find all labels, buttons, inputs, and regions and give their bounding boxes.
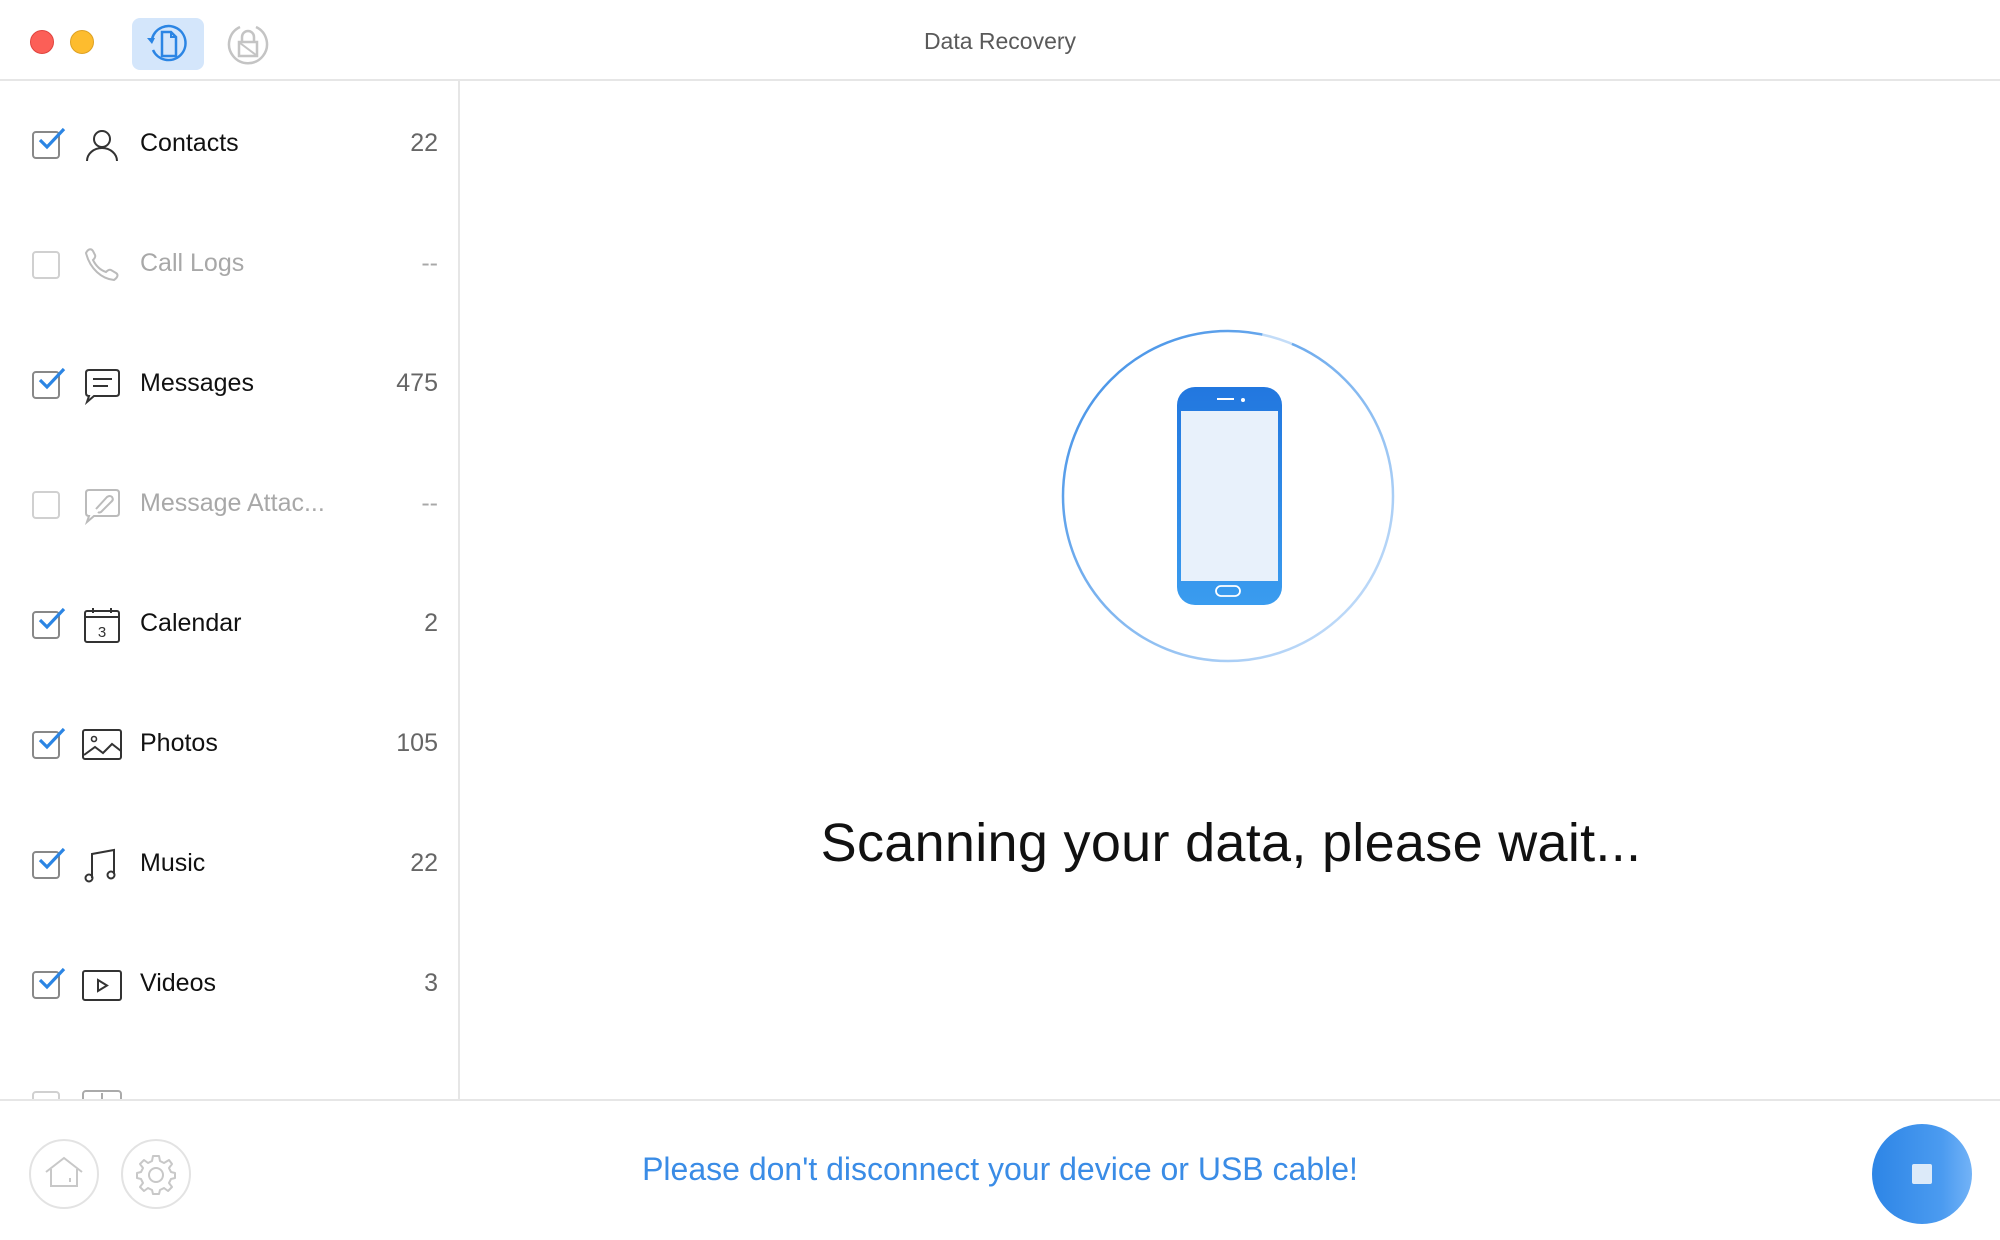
disconnect-warning: Please don't disconnect your device or U… (642, 1151, 1358, 1187)
stop-icon (1912, 1164, 1932, 1184)
photos-checkbox[interactable] (32, 727, 66, 759)
music-icon (84, 848, 116, 883)
category-label: Music (140, 849, 206, 877)
category-photos[interactable]: Photos 105 (0, 717, 458, 777)
footer-bar: Please don't disconnect your device or U… (0, 1099, 2000, 1240)
video-icon (82, 970, 122, 1001)
checkmark-icon (38, 127, 66, 150)
category-count: 22 (410, 129, 438, 157)
category-count: -- (421, 249, 438, 277)
category-contacts[interactable]: Contacts 22 (0, 117, 458, 177)
partial-checkbox[interactable] (32, 1091, 60, 1099)
category-count: -- (421, 489, 438, 517)
category-message-attachments[interactable]: Message Attac... -- (0, 477, 458, 537)
category-call-logs[interactable]: Call Logs -- (0, 237, 458, 297)
category-sidebar: Contacts 22 Call Logs -- Messages 475 Me… (0, 81, 460, 1099)
svg-text:3: 3 (98, 624, 106, 641)
category-label: Message Attac... (140, 489, 325, 517)
attachment-icon (84, 489, 120, 525)
checkmark-icon (38, 967, 66, 990)
message-attachments-checkbox[interactable] (32, 491, 60, 519)
messages-checkbox[interactable] (32, 367, 66, 399)
contact-icon (86, 130, 118, 162)
category-videos[interactable]: Videos 3 (0, 957, 458, 1017)
music-checkbox[interactable] (32, 847, 66, 879)
calendar-icon: 3 (84, 608, 120, 643)
title-bar: Data Recovery (0, 0, 2000, 81)
checkmark-icon (38, 727, 66, 750)
category-label: Calendar (140, 609, 242, 637)
category-label: Call Logs (140, 249, 245, 277)
photo-icon (82, 729, 122, 760)
app-document-icon (82, 1090, 122, 1099)
videos-checkbox[interactable] (32, 967, 66, 999)
scan-status-text: Scanning your data, please wait... (820, 813, 1642, 873)
category-label: Contacts (140, 129, 239, 157)
category-count: 105 (396, 729, 438, 757)
contacts-checkbox[interactable] (32, 127, 66, 159)
phone-icon (1177, 387, 1282, 605)
window-title: Data Recovery (923, 28, 1077, 54)
checkmark-icon (38, 847, 66, 870)
category-label: Photos (140, 729, 218, 757)
category-messages[interactable]: Messages 475 (0, 357, 458, 417)
category-count: 475 (396, 369, 438, 397)
checkmark-icon (38, 607, 66, 630)
category-count: 22 (410, 849, 438, 877)
checkmark-icon (38, 367, 66, 390)
category-count: 3 (424, 969, 438, 997)
category-label: Messages (140, 369, 254, 397)
stop-scan-button[interactable] (1872, 1124, 1972, 1224)
calendar-checkbox[interactable] (32, 607, 66, 639)
category-label: Videos (140, 969, 216, 997)
category-music[interactable]: Music 22 (0, 837, 458, 897)
category-calendar[interactable]: 3 Calendar 2 (0, 597, 458, 657)
category-count: 2 (424, 609, 438, 637)
call-logs-checkbox[interactable] (32, 251, 60, 279)
category-partial[interactable] (0, 1077, 458, 1099)
message-icon (84, 369, 120, 405)
phone-icon (84, 248, 119, 282)
